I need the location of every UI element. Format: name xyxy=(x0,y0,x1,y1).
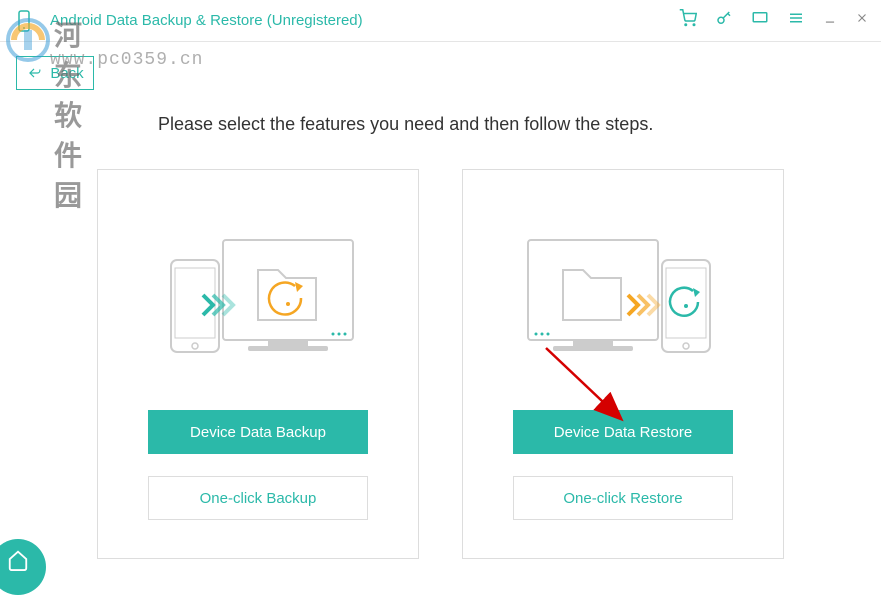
button-label: One-click Restore xyxy=(563,490,682,507)
one-click-backup-button[interactable]: One-click Backup xyxy=(148,476,368,520)
main-content: Please select the features you need and … xyxy=(0,42,881,559)
app-logo-icon xyxy=(12,9,36,33)
button-label: Device Data Backup xyxy=(190,424,326,441)
app-title: Android Data Backup & Restore (Unregiste… xyxy=(50,12,679,29)
back-button-label: Back xyxy=(50,65,83,82)
backup-card: Device Data Backup One-click Backup xyxy=(97,169,419,559)
close-icon[interactable] xyxy=(855,11,869,30)
button-label: One-click Backup xyxy=(200,490,317,507)
back-arrow-icon xyxy=(26,66,42,80)
device-data-restore-button[interactable]: Device Data Restore xyxy=(513,410,733,454)
menu-icon[interactable] xyxy=(787,9,805,32)
back-button[interactable]: Back xyxy=(16,56,94,90)
button-label: Device Data Restore xyxy=(554,424,692,441)
one-click-restore-button[interactable]: One-click Restore xyxy=(513,476,733,520)
restore-card: Device Data Restore One-click Restore xyxy=(462,169,784,559)
instruction-text: Please select the features you need and … xyxy=(158,114,881,135)
restore-illustration xyxy=(513,190,733,410)
cards-container: Device Data Backup One-click Backup xyxy=(0,169,881,559)
home-icon xyxy=(7,549,29,571)
backup-illustration xyxy=(148,190,368,410)
cart-icon[interactable] xyxy=(679,9,697,32)
key-icon[interactable] xyxy=(715,9,733,32)
titlebar: Android Data Backup & Restore (Unregiste… xyxy=(0,0,881,42)
minimize-icon[interactable] xyxy=(823,11,837,30)
device-data-backup-button[interactable]: Device Data Backup xyxy=(148,410,368,454)
feedback-icon[interactable] xyxy=(751,9,769,32)
titlebar-controls xyxy=(679,9,869,32)
